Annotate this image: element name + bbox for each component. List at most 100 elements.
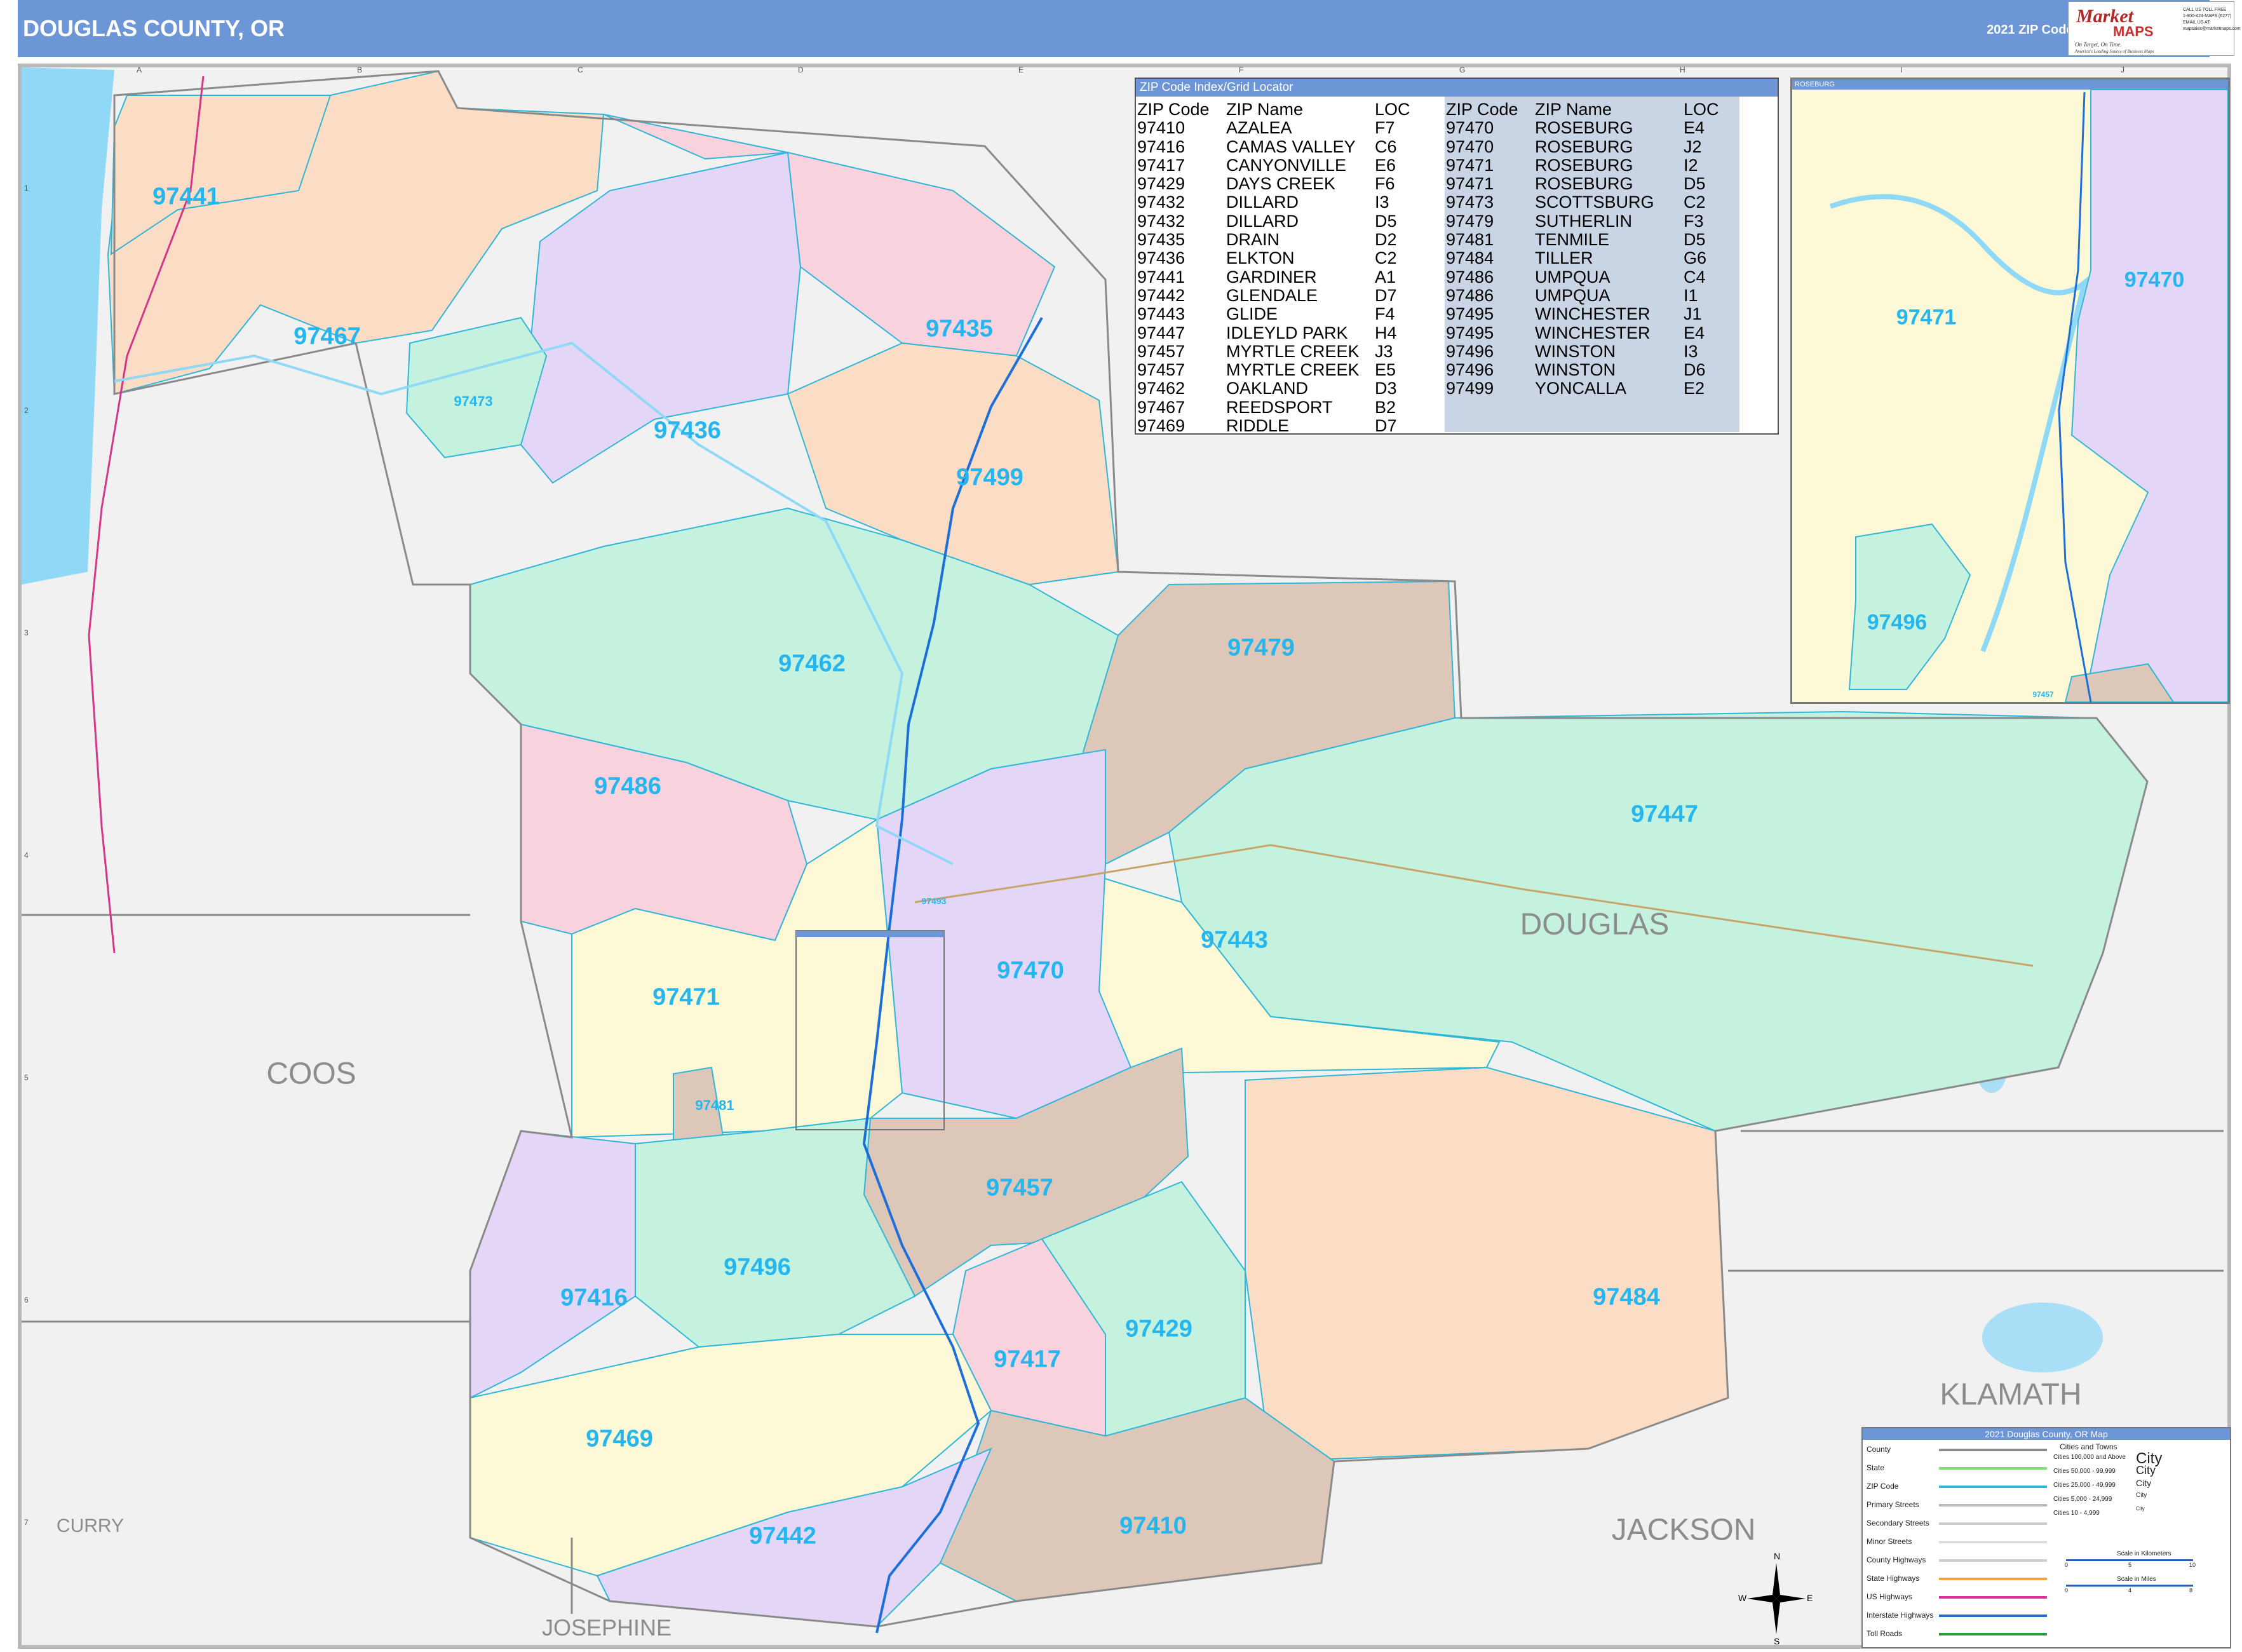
grid-letter-f: F (1239, 65, 1243, 74)
index-cell: F6 (1375, 174, 1395, 194)
compass-west-arrow (1747, 1595, 1776, 1602)
legend-city-class-label: Cities 5,000 - 24,999 (2053, 1496, 2112, 1503)
index-cell: WINSTON (1535, 360, 1616, 380)
index-cell: 97486 (1446, 285, 1494, 305)
index-cell: D5 (1375, 211, 1397, 231)
grid-number-7: 7 (24, 1518, 29, 1527)
index-cell: GLENDALE (1226, 285, 1318, 305)
index-column-header: LOC (1375, 100, 1410, 119)
legend-mi-tick-4: 4 (2128, 1587, 2132, 1594)
legend-item-label: Minor Streets (1867, 1537, 1912, 1546)
index-left-loc-column: LOC F7 C6 E6 F6 I3 D5 D2 C2 A1 D7 F4 H4 J3 E5 D3 B2 D7 (1375, 100, 1410, 435)
index-cell: ROSEBURG (1535, 118, 1633, 138)
compass-e: E (1807, 1593, 1813, 1603)
index-cell: DAYS CREEK (1226, 174, 1336, 194)
index-cell: D5 (1684, 174, 1706, 194)
index-column-header: ZIP Code (1137, 100, 1210, 119)
crater-lake (1982, 1303, 2103, 1372)
zip-label-97467: 97467 (294, 323, 361, 350)
index-cell: D5 (1684, 230, 1706, 250)
legend-item-swatch (1939, 1467, 2047, 1470)
legend-item-swatch (1939, 1615, 2047, 1617)
index-cell: D7 (1375, 416, 1397, 436)
index-cell: 97441 (1137, 267, 1185, 287)
zip-label-97473: 97473 (454, 393, 493, 409)
grid-letter-b: B (357, 65, 362, 74)
zip-label-97471: 97471 (652, 984, 720, 1011)
inset-locator-header (796, 931, 944, 937)
grid-number-2: 2 (24, 406, 29, 415)
index-cell: J3 (1375, 341, 1393, 361)
index-cell: 97471 (1446, 174, 1494, 194)
index-column-header: ZIP Name (1226, 100, 1304, 119)
index-cell: H4 (1375, 323, 1397, 342)
index-right-name-column: ZIP Name ROSEBURG ROSEBURG ROSEBURG ROSEBURG… (1535, 100, 1654, 398)
legend-city-class-sample: City (2136, 1478, 2152, 1488)
zip-label-97479: 97479 (1227, 634, 1295, 661)
grid-letter-g: G (1459, 65, 1465, 74)
index-cell: J2 (1684, 137, 1702, 156)
zip-label-97441: 97441 (152, 183, 220, 210)
zip-label-97499: 97499 (956, 464, 1023, 491)
index-cell: GLIDE (1226, 304, 1278, 324)
index-right-zip-column: ZIP Code 97470 97470 97471 97471 97473 97479 97… (1446, 100, 1518, 398)
zip-label-97442: 97442 (749, 1522, 816, 1550)
legend-city-class-sample: City (2136, 1492, 2147, 1499)
index-cell: ROSEBURG (1535, 174, 1633, 194)
legend-item-swatch (1939, 1522, 2047, 1525)
index-cell: C2 (1684, 193, 1706, 212)
legend-km-bar (2066, 1559, 2193, 1561)
zip-index-header: ZIP Code Index/Grid Locator (1136, 79, 1778, 97)
legend-mi-tick-0: 0 (2065, 1587, 2069, 1594)
legend-km-tick-5: 5 (2128, 1562, 2132, 1568)
legend-mi-tick-8: 8 (2189, 1587, 2193, 1594)
index-cell: I1 (1684, 285, 1698, 305)
compass-w: W (1738, 1593, 1747, 1603)
index-cell: G6 (1684, 248, 1707, 268)
index-cell: E6 (1375, 155, 1396, 175)
map-legend: 2021 Douglas County, OR Map County State Z… (1861, 1427, 2231, 1648)
legend-city-class-label: Cities 25,000 - 49,999 (2053, 1482, 2116, 1489)
index-cell: 97479 (1446, 211, 1494, 231)
index-left-name-column: ZIP Name AZALEA CAMAS VALLEY CANYONVILLE DAY… (1226, 100, 1360, 435)
index-cell: I3 (1375, 193, 1389, 212)
index-cell: AZALEA (1226, 118, 1292, 138)
grid-number-3: 3 (24, 628, 29, 637)
index-cell: D3 (1375, 379, 1397, 398)
index-cell: F4 (1375, 304, 1395, 324)
legend-city-class-sample: City (2136, 1506, 2145, 1512)
county-label-jackson: JACKSON (1611, 1513, 1756, 1547)
index-cell: 97447 (1137, 323, 1185, 342)
index-cell: D7 (1375, 285, 1397, 305)
compass-n: N (1774, 1551, 1780, 1561)
index-cell: E4 (1684, 323, 1705, 342)
index-cell: UMPQUA (1535, 285, 1611, 305)
zip-label-97469: 97469 (586, 1425, 653, 1452)
compass-east-arrow (1776, 1595, 1806, 1602)
legend-item-label: State (1867, 1463, 1885, 1472)
index-cell: E2 (1684, 379, 1705, 398)
index-cell: TENMILE (1535, 230, 1610, 250)
index-cell: 97473 (1446, 193, 1494, 212)
index-cell: 97457 (1137, 360, 1185, 380)
legend-km-tick-10: 10 (2189, 1562, 2196, 1568)
grid-number-4: 4 (24, 851, 29, 860)
county-label-douglas: DOUGLAS (1520, 907, 1670, 942)
index-cell: OAKLAND (1226, 379, 1309, 398)
inset-svg (1792, 89, 2228, 702)
index-cell: D2 (1375, 230, 1397, 250)
index-column-header: ZIP Name (1535, 100, 1612, 119)
legend-title: 2021 Douglas County, OR Map (1863, 1428, 2230, 1440)
legend-city-class-label: Cities 10 - 4,999 (2053, 1510, 2100, 1517)
index-cell: 97470 (1446, 118, 1494, 138)
zip-label-97493: 97493 (921, 896, 947, 906)
index-cell: 97410 (1137, 118, 1185, 138)
grid-letter-h: H (1680, 65, 1685, 74)
index-cell: IDLEYLD PARK (1226, 323, 1348, 342)
index-cell: RIDDLE (1226, 416, 1290, 436)
index-cell: 97470 (1446, 137, 1494, 156)
legend-item-swatch (1939, 1633, 2047, 1635)
index-column-header: LOC (1684, 100, 1719, 119)
index-cell: 97457 (1137, 341, 1185, 361)
index-cell: WINSTON (1535, 341, 1616, 361)
